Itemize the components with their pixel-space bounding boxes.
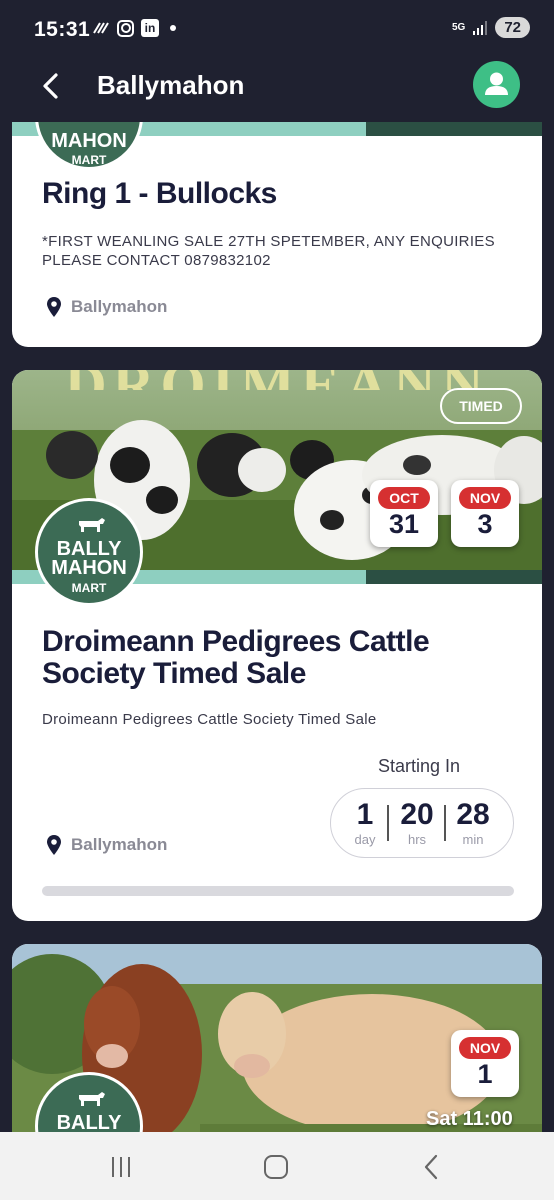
sale-description: *FIRST WEANLING SALE 27TH SPETEMBER, ANY… [42, 233, 495, 269]
page-title: Ballymahon [97, 70, 245, 100]
sale-card-ring1[interactable]: MAHON MART Ring 1 - Bullocks *FIRST WEAN… [12, 122, 542, 347]
countdown-separator [387, 805, 389, 841]
cow-icon [79, 1092, 105, 1106]
status-bar: 15:31 in 5G 72 [0, 0, 554, 60]
network-5g-icon: 5G [451, 21, 466, 33]
instagram-icon [117, 19, 134, 37]
home-icon[interactable] [261, 1152, 291, 1182]
sale-title: Droimeann Pedigrees Cattle Society Timed… [42, 625, 430, 690]
sale-time-label: Sat 11:00 [426, 1108, 513, 1130]
sale-title: Ring 1 - Bullocks [42, 177, 277, 210]
status-time: 15:31 [34, 18, 91, 41]
countdown-minutes: 28 min [456, 798, 490, 848]
sale-month: NOV [458, 1037, 512, 1059]
sale-card-droimeann[interactable]: DROIMEANN TIMED OCT 31 NOV 3 BALLY MAHON… [12, 370, 542, 921]
end-date-chip: NOV 3 [451, 480, 519, 547]
sale-date-chip: NOV 1 [451, 1030, 519, 1097]
signal-strength-icon [473, 20, 488, 35]
status-notification-icons: in [92, 19, 176, 37]
banner-text: DROIMEANN [12, 370, 542, 390]
ballymahon-mart-logo: MAHON MART [35, 122, 143, 170]
countdown-timer: 1 day 20 hrs 28 min [330, 788, 514, 858]
location-pin-icon [47, 297, 61, 317]
starting-in-label: Starting In [378, 756, 461, 776]
status-system-icons: 5G 72 [452, 17, 530, 38]
sale-progress-bar [42, 886, 514, 896]
timed-badge: TIMED [440, 388, 522, 424]
sale-description: Droimeann Pedigrees Cattle Society Timed… [42, 711, 377, 728]
start-day: 31 [388, 509, 420, 539]
battery-icon: 72 [495, 17, 530, 38]
start-month: OCT [378, 487, 430, 509]
sale-day: 1 [477, 1059, 493, 1089]
back-arrow-icon[interactable] [36, 70, 68, 102]
sale-location: Ballymahon [46, 834, 167, 856]
location-pin-icon [47, 835, 61, 855]
recent-apps-icon[interactable] [106, 1152, 136, 1182]
ballymahon-mart-logo: BALLY MAHON MART [35, 498, 143, 606]
sale-card-next[interactable]: NOV 1 Sat 11:00 BALLY [12, 944, 542, 1132]
back-icon[interactable] [417, 1152, 447, 1182]
start-date-chip: OCT 31 [370, 480, 438, 547]
system-nav-bar [0, 1132, 554, 1200]
user-icon [485, 72, 508, 95]
app-header: Ballymahon [0, 60, 554, 122]
location-label: Ballymahon [71, 297, 168, 316]
location-label: Ballymahon [71, 835, 168, 854]
sale-list[interactable]: MAHON MART Ring 1 - Bullocks *FIRST WEAN… [0, 122, 554, 1132]
countdown-separator [444, 805, 446, 841]
notification-dot-icon [170, 25, 176, 31]
countdown-days: 1 day [354, 798, 376, 848]
cow-icon [79, 518, 105, 532]
countdown-hours: 20 hrs [400, 798, 434, 848]
end-day: 3 [477, 509, 493, 539]
end-month: NOV [458, 487, 512, 509]
linkedin-icon: in [141, 19, 159, 37]
user-avatar-button[interactable] [473, 61, 520, 108]
signal-waves-icon [92, 19, 110, 37]
sale-location: Ballymahon [46, 296, 167, 318]
